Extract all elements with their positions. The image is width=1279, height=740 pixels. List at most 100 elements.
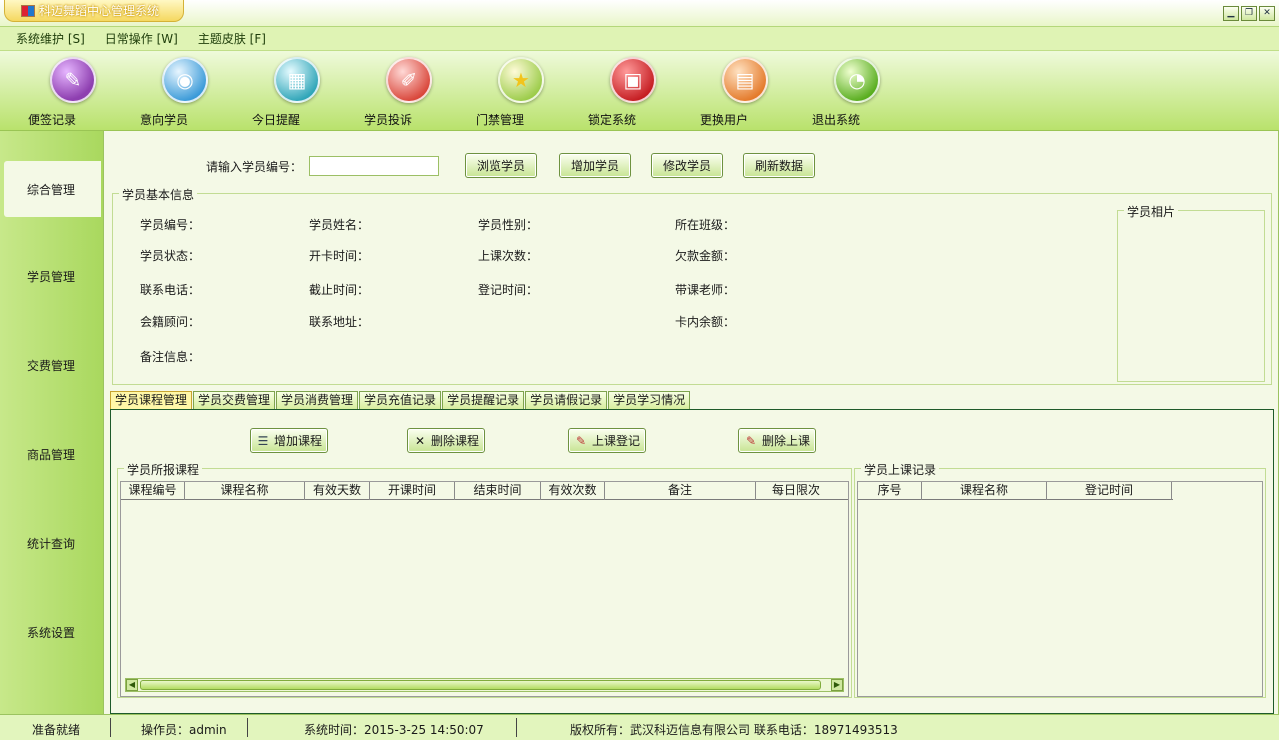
minimize-button[interactable]: ▁ <box>1223 6 1239 21</box>
status-copyright: 版权所有：武汉科迈信息有限公司 联系电话：18971493513 <box>570 723 898 737</box>
menu-daily-operations[interactable]: 日常操作 [W] <box>105 30 178 47</box>
add-student-button[interactable]: 增加学员 <box>559 153 631 178</box>
grid-header: 序号 课程名称 登记时间 <box>858 482 1173 500</box>
sidebar-item-payments[interactable]: 交费管理 <box>4 337 101 393</box>
field-remarks: 备注信息： <box>140 350 201 364</box>
col-valid-count[interactable]: 有效次数 <box>541 482 605 500</box>
sidebar-item-settings[interactable]: 系统设置 <box>4 604 101 660</box>
student-id-input[interactable] <box>309 156 439 176</box>
field-class-count: 上课次数： <box>478 249 539 263</box>
col-start-time[interactable]: 开课时间 <box>370 482 455 500</box>
toolbar-switch-user-button[interactable]: ▤ 更换用户 <box>700 57 790 127</box>
toolbar-student-complaint-button[interactable]: ✐ 学员投诉 <box>364 57 454 127</box>
restore-button[interactable]: ❐ <box>1241 6 1257 21</box>
col-valid-days[interactable]: 有效天数 <box>305 482 370 500</box>
enrolled-courses-group: 学员所报课程 课程编号 课程名称 有效天数 开课时间 结束时间 有效次数 备注 … <box>117 461 852 698</box>
col-course-name[interactable]: 课程名称 <box>185 482 305 500</box>
status-divider <box>110 718 111 737</box>
scroll-right-icon[interactable]: ▶ <box>831 679 843 691</box>
field-register-time: 登记时间： <box>478 283 539 297</box>
scroll-thumb[interactable] <box>140 680 821 690</box>
tab-study-status[interactable]: 学员学习情况 <box>608 391 691 409</box>
delete-course-label: 删除课程 <box>430 434 479 448</box>
field-student-name: 学员姓名： <box>309 218 370 232</box>
field-card-open-time: 开卡时间： <box>309 249 370 263</box>
horizontal-scrollbar[interactable]: ◀ ▶ <box>125 678 844 692</box>
add-course-button[interactable]: ☰ 增加课程 <box>250 428 328 453</box>
delete-x-icon: ✕ <box>414 433 426 448</box>
tab-leave-records[interactable]: 学员请假记录 <box>525 391 608 409</box>
title-bar: 科迈舞蹈中心管理系统 ▁ ❐ ✕ <box>0 0 1279 27</box>
window-title: 科迈舞蹈中心管理系统 <box>39 4 160 18</box>
toolbar-exit-system-button[interactable]: ◔ 退出系统 <box>812 57 902 127</box>
field-student-id: 学员编号： <box>140 218 201 232</box>
browse-students-button[interactable]: 浏览学员 <box>465 153 537 178</box>
attendance-records-group: 学员上课记录 序号 课程名称 登记时间 <box>854 461 1266 698</box>
toolbar-label: 退出系统 <box>812 113 861 127</box>
toolbar: ✎ 便签记录 ◉ 意向学员 ▦ 今日提醒 ✐ 学员投诉 ★ 门禁管理 ▣ 锁定系… <box>0 51 1279 131</box>
edit-student-button[interactable]: 修改学员 <box>651 153 723 178</box>
field-teacher: 带课老师： <box>675 283 736 297</box>
reminder-icon: ▦ <box>274 57 320 103</box>
add-course-label: 增加课程 <box>273 434 322 448</box>
refresh-data-button[interactable]: 刷新数据 <box>743 153 815 178</box>
delete-class-record-label: 删除上课 <box>761 434 810 448</box>
tab-course-management[interactable]: 学员课程管理 <box>110 391 193 409</box>
scroll-left-icon[interactable]: ◀ <box>126 679 138 691</box>
sidebar: 综合管理 学员管理 交费管理 商品管理 统计查询 系统设置 <box>0 131 103 714</box>
col-daily-limit[interactable]: 每日限次 <box>756 482 836 500</box>
status-system-time: 系统时间：2015-3-25 14:50:07 <box>304 723 484 737</box>
toolbar-label: 门禁管理 <box>476 113 525 127</box>
status-divider <box>516 718 517 737</box>
toolbar-lock-system-button[interactable]: ▣ 锁定系统 <box>588 57 678 127</box>
class-checkin-label: 上课登记 <box>591 434 640 448</box>
toolbar-prospective-students-button[interactable]: ◉ 意向学员 <box>140 57 230 127</box>
class-checkin-button[interactable]: ✎ 上课登记 <box>568 428 646 453</box>
field-address: 联系地址： <box>309 315 370 329</box>
close-button[interactable]: ✕ <box>1259 6 1275 21</box>
toolbar-note-record-button[interactable]: ✎ 便签记录 <box>28 57 118 127</box>
status-ready: 准备就绪 <box>32 723 81 737</box>
field-expiry-time: 截止时间： <box>309 283 370 297</box>
toolbar-label: 锁定系统 <box>588 113 637 127</box>
col-end-time[interactable]: 结束时间 <box>455 482 541 500</box>
complaint-pencil-icon: ✐ <box>386 57 432 103</box>
col-course-id[interactable]: 课程编号 <box>121 482 185 500</box>
menu-theme-skin[interactable]: 主题皮肤 [F] <box>198 30 266 47</box>
field-class: 所在班级： <box>675 218 736 232</box>
star-access-icon: ★ <box>498 57 544 103</box>
enrolled-courses-grid[interactable]: 课程编号 课程名称 有效天数 开课时间 结束时间 有效次数 备注 每日限次 ◀ … <box>120 481 849 697</box>
delete-course-button[interactable]: ✕ 删除课程 <box>407 428 485 453</box>
tab-consumption-management[interactable]: 学员消费管理 <box>276 391 359 409</box>
col-seq[interactable]: 序号 <box>858 482 922 500</box>
toolbar-label: 更换用户 <box>700 113 749 127</box>
tab-payment-management[interactable]: 学员交费管理 <box>193 391 276 409</box>
field-card-balance: 卡内余额： <box>675 315 736 329</box>
delete-class-record-button[interactable]: ✎ 删除上课 <box>738 428 816 453</box>
col-remarks[interactable]: 备注 <box>605 482 756 500</box>
menu-system-maintenance[interactable]: 系统维护 [S] <box>16 30 85 47</box>
toolbar-access-control-button[interactable]: ★ 门禁管理 <box>476 57 566 127</box>
sidebar-item-students[interactable]: 学员管理 <box>4 248 101 304</box>
lock-system-icon: ▣ <box>610 57 656 103</box>
attendance-records-grid[interactable]: 序号 课程名称 登记时间 <box>857 481 1263 697</box>
main-panel: 请输入学员编号： 浏览学员 增加学员 修改学员 刷新数据 学员基本信息 学员编号… <box>103 131 1279 714</box>
col-course-name[interactable]: 课程名称 <box>922 482 1047 500</box>
toolbar-label: 便签记录 <box>28 113 77 127</box>
sidebar-item-general[interactable]: 综合管理 <box>4 161 101 217</box>
status-bar: 准备就绪 操作员：admin 系统时间：2015-3-25 14:50:07 版… <box>0 714 1279 740</box>
menu-bar: 系统维护 [S] 日常操作 [W] 主题皮肤 [F] <box>0 27 1279 51</box>
field-arrears: 欠款金额： <box>675 249 736 263</box>
student-info-legend: 学员基本信息 <box>119 186 198 203</box>
col-register-time[interactable]: 登记时间 <box>1047 482 1172 500</box>
checklist-icon: ✎ <box>745 433 757 448</box>
sidebar-item-statistics[interactable]: 统计查询 <box>4 515 101 571</box>
tab-recharge-records[interactable]: 学员充值记录 <box>359 391 442 409</box>
toolbar-today-reminder-button[interactable]: ▦ 今日提醒 <box>252 57 342 127</box>
sidebar-item-products[interactable]: 商品管理 <box>4 426 101 482</box>
tab-reminder-records[interactable]: 学员提醒记录 <box>442 391 525 409</box>
list-icon: ☰ <box>257 433 269 448</box>
status-divider <box>247 718 248 737</box>
attendance-records-legend: 学员上课记录 <box>861 461 940 478</box>
exit-icon: ◔ <box>834 57 880 103</box>
